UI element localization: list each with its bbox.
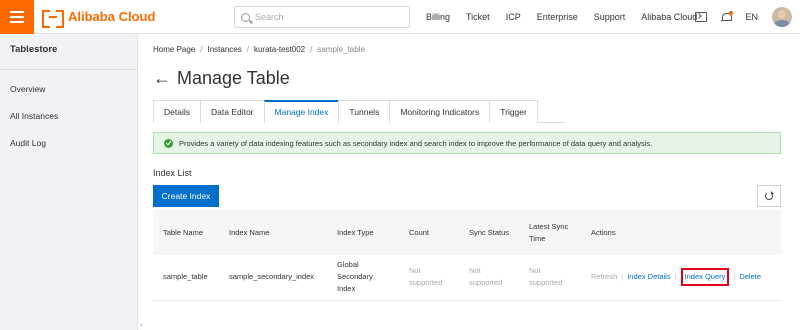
section-title: Index List (153, 168, 192, 178)
info-notice: Provides a variety of data indexing feat… (153, 132, 781, 154)
action-separator: | (733, 272, 736, 282)
tab-data-editor[interactable]: Data Editor (199, 100, 265, 123)
tab-bar: Details Data Editor Manage Index Tunnels… (153, 100, 565, 123)
nav-enterprise[interactable]: Enterprise (537, 12, 578, 22)
nav-ticket[interactable]: Ticket (466, 12, 490, 22)
terminal-icon[interactable] (695, 12, 708, 22)
main-content: Home Page / Instances / kurata-test002 /… (139, 34, 800, 330)
back-arrow-icon[interactable]: ← (153, 68, 171, 88)
check-circle-icon (164, 138, 173, 148)
breadcrumb-separator: / (310, 45, 313, 54)
breadcrumb: Home Page / Instances / kurata-test002 /… (153, 45, 365, 54)
index-details-action[interactable]: Index Details (627, 272, 670, 281)
action-separator: | (621, 272, 624, 282)
delete-action[interactable]: Delete (739, 272, 761, 281)
alibaba-cloud-logo-icon (42, 9, 64, 28)
sidebar-item-all-instances[interactable]: All Instances (0, 103, 137, 130)
brand-name: Alibaba Cloud (68, 9, 156, 24)
index-table: Table Name Index Name Index Type Count S… (153, 210, 781, 301)
breadcrumb-instance[interactable]: kurata-test002 (254, 45, 305, 54)
header-latest-sync-time: Latest Sync Time (529, 221, 569, 243)
search-input[interactable] (255, 12, 395, 22)
notice-text: Provides a variety of data indexing feat… (179, 138, 653, 148)
table-header-row: Table Name Index Name Index Type Count S… (153, 210, 781, 255)
nav-billing[interactable]: Billing (426, 12, 450, 22)
sidebar-item-audit-log[interactable]: Audit Log (0, 130, 137, 157)
breadcrumb-home[interactable]: Home Page (153, 45, 195, 54)
cell-sync-status: Not supported (469, 266, 503, 288)
tab-trigger[interactable]: Trigger (489, 100, 538, 123)
top-nav: Billing Ticket ICP Enterprise Support Al… (426, 0, 713, 34)
sidebar-title: Tablestore (0, 34, 137, 70)
tab-tunnels[interactable]: Tunnels (338, 100, 391, 123)
cell-count: Not supported (409, 266, 443, 288)
breadcrumb-separator: / (200, 45, 203, 54)
search-icon (241, 12, 250, 22)
tab-manage-index[interactable]: Manage Index (263, 100, 340, 123)
sidebar-item-overview[interactable]: Overview (0, 76, 137, 103)
cell-index-name: sample_secondary_index (229, 272, 315, 282)
header-count: Count (409, 227, 430, 237)
cell-index-type: Global Secondary Index (337, 260, 373, 294)
sidebar: Tablestore Overview All Instances Audit … (0, 34, 138, 330)
bell-icon[interactable] (721, 10, 734, 23)
refresh-icon (765, 191, 774, 200)
sidebar-collapse-icon[interactable]: ‹ (140, 320, 146, 330)
header-actions: Actions (591, 227, 616, 237)
cell-actions: Refresh | Index Details | Index Query | Delete (581, 255, 781, 300)
header-index-name: Index Name (229, 227, 270, 237)
cell-latest-sync-time: Not supported (529, 266, 563, 288)
nav-support[interactable]: Support (594, 12, 626, 22)
page-title: ← Manage Table (153, 67, 290, 89)
breadcrumb-separator: / (246, 45, 249, 54)
tab-monitoring-indicators[interactable]: Monitoring Indicators (389, 100, 491, 123)
nav-alibaba-cloud[interactable]: Alibaba Cloud (641, 12, 697, 22)
avatar[interactable] (772, 7, 792, 27)
create-index-button[interactable]: Create Index (153, 185, 219, 207)
breadcrumb-current: sample_table (317, 45, 365, 54)
header-table-name: Table Name (163, 227, 204, 237)
index-query-action[interactable]: Index Query (680, 268, 730, 287)
top-icons: EN (695, 0, 792, 34)
brand-logo[interactable]: Alibaba Cloud (42, 9, 156, 28)
search-box[interactable] (234, 6, 410, 28)
notification-dot (729, 10, 734, 15)
menu-icon[interactable] (0, 0, 34, 34)
cell-table-name: sample_table (163, 272, 208, 282)
action-separator: | (674, 272, 677, 282)
page-title-text: Manage Table (177, 68, 290, 88)
breadcrumb-instances[interactable]: Instances (207, 45, 241, 54)
header-sync-status: Sync Status (469, 227, 510, 237)
header-index-type: Index Type (337, 227, 374, 237)
top-bar: Alibaba Cloud Billing Ticket ICP Enterpr… (0, 0, 800, 34)
nav-icp[interactable]: ICP (506, 12, 521, 22)
tab-details[interactable]: Details (153, 100, 201, 123)
language-switch[interactable]: EN (745, 12, 758, 22)
refresh-action: Refresh (591, 272, 618, 282)
refresh-button[interactable] (757, 185, 781, 207)
table-row: sample_table sample_secondary_index Glob… (153, 255, 781, 300)
